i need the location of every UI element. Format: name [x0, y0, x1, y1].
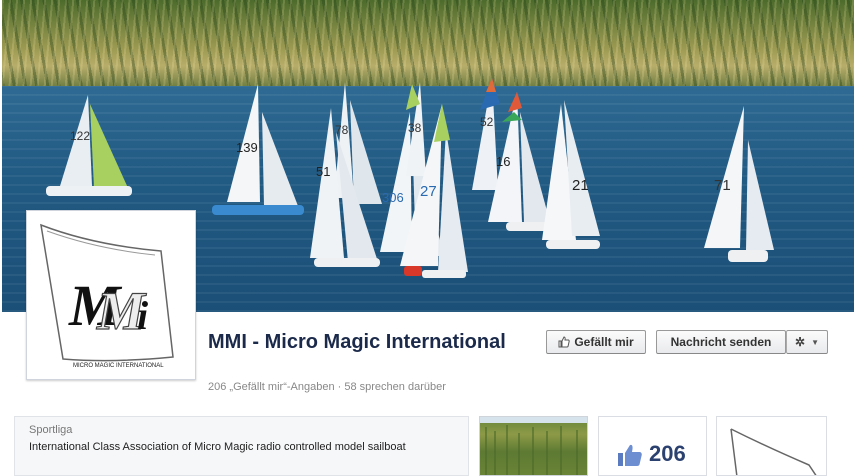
sail-number: 51 [316, 164, 330, 179]
logo-caption: MICRO MAGIC INTERNATIONAL [73, 363, 164, 369]
like-button[interactable]: Gefällt mir [546, 330, 646, 354]
talking-stat[interactable]: 58 sprechen darüber [344, 381, 446, 393]
boat: 139 [212, 84, 304, 215]
boat: 38 [406, 82, 426, 176]
likes-stat[interactable]: 206 „Gefällt mir“-Angaben [208, 381, 335, 393]
logo-thumbnail [730, 428, 817, 475]
svg-text:i: i [137, 293, 148, 338]
page-description: International Class Association of Micro… [29, 441, 406, 453]
logo-tile[interactable] [716, 416, 827, 476]
boat: 122 [46, 95, 132, 196]
sail-number: 21 [572, 177, 589, 194]
sail-number: 52 [480, 115, 494, 129]
sail-number: 38 [408, 121, 422, 135]
like-button-label: Gefällt mir [574, 335, 634, 349]
sail-number: 122 [70, 129, 90, 143]
likes-count: 206 [649, 441, 686, 466]
gear-icon: ✲ [795, 335, 806, 349]
page-title: MMI - Micro Magic International [208, 331, 506, 353]
sail-number: 27 [420, 183, 437, 200]
thumbs-up-icon [618, 444, 642, 466]
sail-number: 139 [236, 140, 258, 155]
boat: 71 [704, 106, 774, 262]
sail-number: 306 [382, 190, 404, 205]
boat: 16 [488, 92, 550, 231]
boat: 21 [542, 100, 600, 249]
photos-tile[interactable] [479, 416, 588, 476]
sail-number: 78 [335, 123, 349, 137]
page-category[interactable]: Sportliga [29, 424, 72, 436]
mmi-logo: M M i MICRO MAGIC INTERNATIONAL [40, 223, 174, 369]
boat: 52 [472, 78, 500, 190]
likes-tile[interactable]: 206 [598, 416, 707, 476]
thumbs-up-icon [558, 336, 570, 348]
stats-separator: · [337, 381, 342, 393]
sail-number: 16 [496, 154, 510, 169]
photos-thumbnail [480, 417, 587, 475]
page-stats: 206 „Gefällt mir“-Angaben · 58 sprechen … [208, 381, 446, 393]
about-box[interactable]: Sportliga International Class Associatio… [14, 416, 469, 476]
profile-picture[interactable]: M M i MICRO MAGIC INTERNATIONAL [26, 210, 196, 380]
settings-dropdown-button[interactable]: ✲ ▼ [786, 330, 828, 354]
send-message-button[interactable]: Nachricht senden [656, 330, 786, 354]
sail-number: 71 [714, 177, 731, 194]
send-message-label: Nachricht senden [670, 335, 772, 349]
caret-down-icon: ▼ [811, 337, 819, 347]
